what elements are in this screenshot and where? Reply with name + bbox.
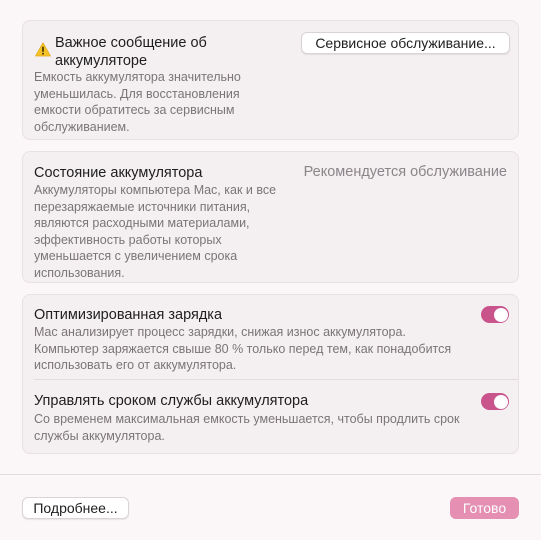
lifespan-toggle[interactable]: [481, 393, 509, 410]
toggle-knob: [493, 307, 508, 322]
battery-health-dialog: Важное сообщение об аккумуляторе Емкость…: [0, 0, 541, 540]
notice-description: Емкость аккумулятора значительно уменьши…: [34, 70, 241, 134]
optimized-charging-title: Оптимизированная зарядка: [34, 307, 223, 323]
done-button[interactable]: Готово: [450, 497, 519, 519]
lifespan-description: Со временем максимальная емкость уменьша…: [34, 412, 460, 443]
optimized-charging-toggle[interactable]: [481, 306, 509, 323]
service-button[interactable]: Сервисное обслуживание...: [301, 32, 510, 54]
section-divider: [34, 379, 518, 380]
toggle-knob: [493, 394, 508, 409]
footer-divider: [0, 474, 541, 475]
optimized-charging-description: Mac анализирует процесс зарядки, снижая …: [34, 325, 452, 372]
warning-icon: [35, 42, 51, 57]
charging-settings-card: Оптимизированная зарядка Mac анализирует…: [22, 294, 519, 454]
more-info-button[interactable]: Подробнее...: [22, 497, 129, 519]
notice-title: Важное сообщение об аккумуляторе: [55, 35, 207, 69]
lifespan-title: Управлять сроком службы аккумулятора: [34, 393, 309, 409]
condition-status: Рекомендуется обслуживание: [303, 164, 507, 180]
notice-card: Важное сообщение об аккумуляторе Емкость…: [22, 20, 519, 140]
condition-title: Состояние аккумулятора: [34, 165, 203, 181]
battery-condition-card: Состояние аккумулятора Рекомендуется обс…: [22, 151, 519, 283]
condition-description: Аккумуляторы компьютера Mac, как и все п…: [34, 183, 277, 280]
